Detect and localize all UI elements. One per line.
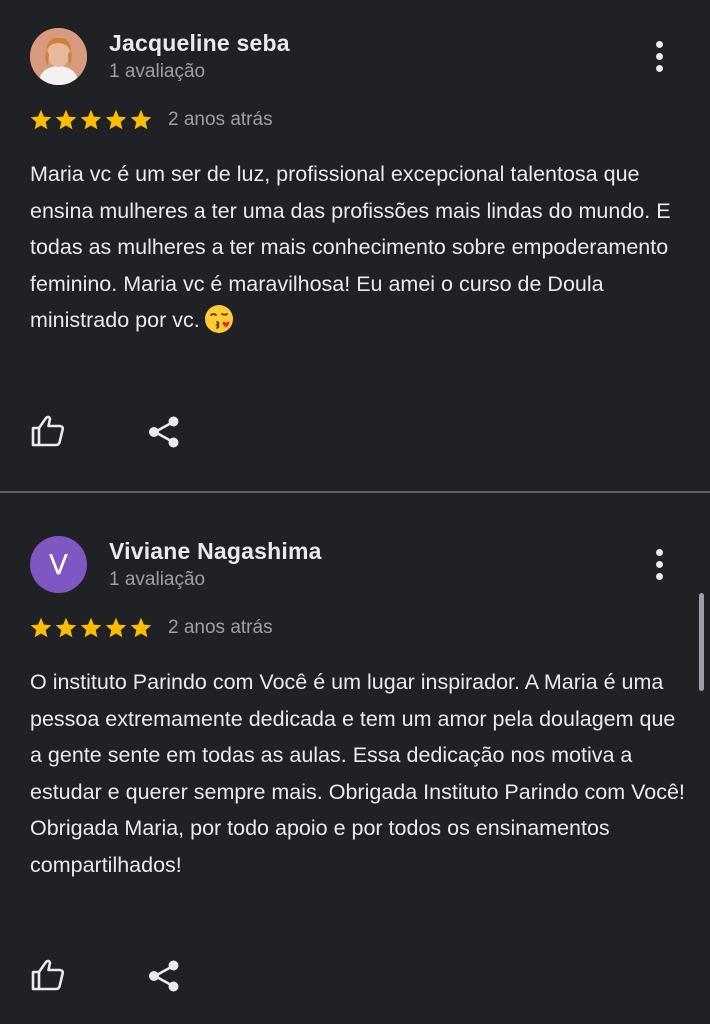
more-vert-icon-dot [655, 548, 663, 556]
face-blowing-a-kiss-icon [204, 304, 234, 334]
avatar-letter: V [48, 548, 69, 581]
review-text: Maria vc é um ser de luz, profissional e… [30, 156, 690, 339]
thumbs-up-icon [31, 959, 65, 991]
share-icon [149, 416, 179, 448]
star-icon [129, 616, 153, 640]
star-icon [104, 616, 128, 640]
review-text-body: Maria vc é um ser de luz, profissional e… [30, 162, 671, 332]
more-options-button[interactable] [640, 544, 678, 584]
more-vert-icon-dot [655, 572, 663, 580]
star-icon [54, 108, 78, 132]
star-rating [29, 616, 153, 640]
reviewer-review-count: 1 avaliação [109, 61, 206, 82]
rating-row: 2 anos atrás [29, 615, 273, 641]
more-vert-icon-dot [655, 40, 663, 48]
star-rating [29, 108, 153, 132]
thumbs-up-icon [31, 415, 65, 447]
review-date: 2 anos atrás [168, 109, 273, 130]
reviewer-name[interactable]: Viviane Nagashima [109, 538, 322, 565]
star-icon [79, 616, 103, 640]
like-button[interactable] [29, 412, 67, 450]
reviewer-name[interactable]: Jacqueline seba [109, 30, 290, 57]
more-vert-icon-dot [655, 64, 663, 72]
share-icon [149, 960, 179, 992]
like-button[interactable] [29, 956, 67, 994]
scrollbar[interactable] [699, 593, 704, 691]
star-icon [79, 108, 103, 132]
avatar[interactable] [30, 28, 87, 85]
star-icon [54, 616, 78, 640]
share-button[interactable] [146, 958, 182, 994]
star-icon [104, 108, 128, 132]
avatar-photo-image [30, 28, 87, 85]
more-vert-icon-dot [655, 52, 663, 60]
reviewer-review-count: 1 avaliação [109, 569, 206, 590]
avatar[interactable]: V [30, 536, 87, 593]
star-icon [29, 616, 53, 640]
more-options-button[interactable] [640, 36, 678, 76]
more-vert-icon-dot [655, 560, 663, 568]
share-button[interactable] [146, 414, 182, 450]
review-divider [0, 491, 710, 493]
review-text-body: O instituto Parindo com Você é um lugar … [30, 670, 685, 877]
star-icon [29, 108, 53, 132]
review-date: 2 anos atrás [168, 617, 273, 638]
review-text: O instituto Parindo com Você é um lugar … [30, 664, 690, 883]
star-icon [129, 108, 153, 132]
rating-row: 2 anos atrás [29, 107, 273, 133]
